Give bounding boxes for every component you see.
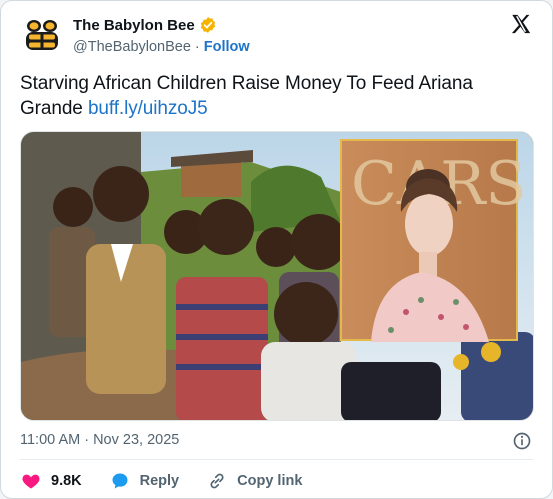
author-block: The Babylon Bee @TheBabylonBee · Follow [73,15,250,56]
tweet-link[interactable]: buff.ly/uihzoJ5 [88,98,208,119]
author-name[interactable]: The Babylon Bee [73,17,195,34]
tweet-media-image[interactable]: CARS [20,131,534,421]
bee-logo-avatar[interactable] [20,13,64,57]
divider [20,459,533,460]
x-logo-icon[interactable] [510,13,532,35]
action-bar: 9.8K Reply Copy link [21,471,330,491]
bee-logo-icon [20,13,64,57]
separator-dot: · [194,39,200,55]
copy-link-label: Copy link [237,473,303,489]
tweet-text: Starving African Children Raise Money To… [20,71,530,121]
media-photo: CARS [21,132,533,420]
reply-label: Reply [139,473,180,489]
like-button[interactable]: 9.8K [21,471,82,491]
copy-link-button[interactable]: Copy link [207,471,302,491]
like-count: 9.8K [51,473,82,489]
tweet-timestamp[interactable]: 11:00 AM · Nov 23, 2025 [20,432,179,448]
link-icon [207,471,227,491]
author-handle[interactable]: @TheBabylonBee [73,39,191,55]
reply-button[interactable]: Reply [110,471,180,491]
follow-button[interactable]: Follow [204,39,250,55]
info-icon[interactable] [512,431,532,451]
reply-bubble-icon [110,471,130,491]
tweet-card: The Babylon Bee @TheBabylonBee · Follow … [0,0,553,499]
verified-badge-icon [199,16,217,34]
heart-icon [21,471,41,491]
